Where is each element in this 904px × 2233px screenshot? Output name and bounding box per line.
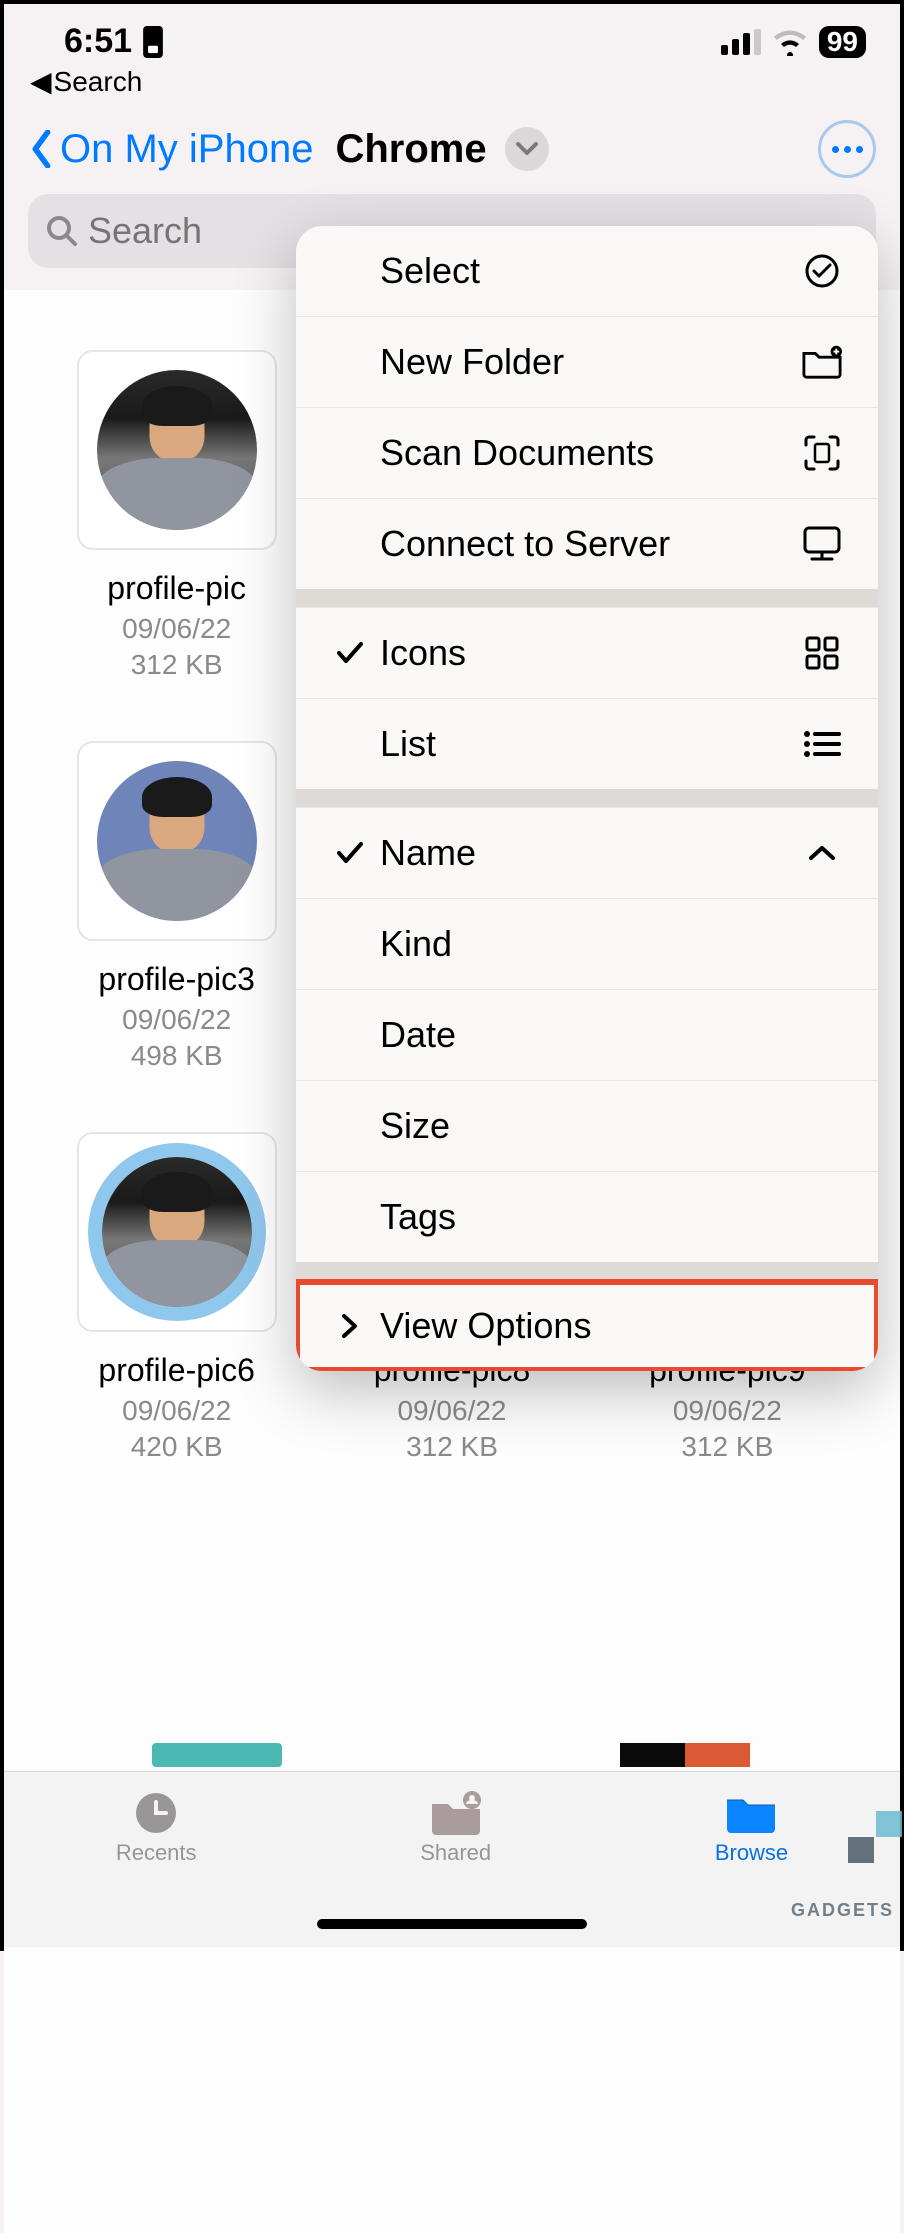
menu-label: Name xyxy=(380,832,476,874)
menu-label: View Options xyxy=(380,1305,591,1347)
grid-icon xyxy=(802,633,842,673)
nav-row: On My iPhone Chrome xyxy=(4,108,900,194)
menu-label: Icons xyxy=(380,632,466,674)
menu-label: Date xyxy=(380,1014,456,1056)
tab-shared[interactable]: Shared xyxy=(420,1790,491,1866)
shared-folder-icon xyxy=(428,1790,484,1836)
check-circle-icon xyxy=(802,251,842,291)
file-date: 09/06/22 xyxy=(673,1395,782,1427)
title-dropdown-button[interactable] xyxy=(505,127,549,171)
menu-separator xyxy=(296,589,878,607)
menu-label: Size xyxy=(380,1105,450,1147)
ellipsis-icon xyxy=(832,146,863,153)
status-time: 6:51 xyxy=(64,22,132,61)
server-icon xyxy=(802,524,842,564)
status-bar: 6:51 99 xyxy=(4,4,900,65)
menu-sort-size[interactable]: Size xyxy=(296,1080,878,1171)
tab-label: Browse xyxy=(715,1840,788,1866)
menu-label: Scan Documents xyxy=(380,432,654,474)
checkmark-icon xyxy=(336,842,364,864)
cellular-icon xyxy=(721,29,761,55)
tab-browse[interactable]: Browse xyxy=(715,1790,788,1866)
file-date: 09/06/22 xyxy=(122,613,231,645)
file-name: profile-pic6 xyxy=(98,1352,255,1389)
file-name: profile-pic xyxy=(107,570,246,607)
file-item[interactable]: profile-pic6 09/06/22 420 KB xyxy=(64,1132,289,1463)
menu-scan-documents[interactable]: Scan Documents xyxy=(296,407,878,498)
back-to-app[interactable]: ◀ Search xyxy=(4,65,900,108)
chevron-down-icon xyxy=(516,142,538,156)
file-date: 09/06/22 xyxy=(122,1004,231,1036)
menu-separator xyxy=(296,1262,878,1280)
menu-label: New Folder xyxy=(380,341,564,383)
file-item[interactable]: profile-pic 09/06/22 312 KB xyxy=(64,350,289,681)
nav-back-button[interactable]: On My iPhone xyxy=(28,127,313,172)
menu-new-folder[interactable]: New Folder xyxy=(296,316,878,407)
tab-label: Recents xyxy=(116,1840,197,1866)
file-item[interactable]: profile-pic3 09/06/22 498 KB xyxy=(64,741,289,1072)
menu-sort-name[interactable]: Name xyxy=(296,807,878,898)
tab-recents[interactable]: Recents xyxy=(116,1790,197,1866)
new-folder-icon xyxy=(802,342,842,382)
file-date: 09/06/22 xyxy=(122,1395,231,1427)
back-app-label: Search xyxy=(54,66,143,98)
search-icon xyxy=(46,215,78,247)
folder-icon xyxy=(723,1790,779,1836)
menu-select[interactable]: Select xyxy=(296,226,878,316)
chevron-up-icon xyxy=(802,833,842,873)
chevron-right-icon xyxy=(336,1313,364,1339)
file-name: profile-pic3 xyxy=(98,961,255,998)
menu-sort-kind[interactable]: Kind xyxy=(296,898,878,989)
background-peek xyxy=(152,1743,282,1767)
menu-connect-server[interactable]: Connect to Server xyxy=(296,498,878,589)
menu-label: Select xyxy=(380,250,480,292)
page-title: Chrome xyxy=(335,127,486,172)
scan-icon xyxy=(802,433,842,473)
menu-sort-date[interactable]: Date xyxy=(296,989,878,1080)
more-button[interactable] xyxy=(818,120,876,178)
file-size: 312 KB xyxy=(681,1431,773,1463)
menu-separator xyxy=(296,789,878,807)
background-peek xyxy=(620,1743,750,1767)
context-menu: Select New Folder Scan Documents Connect… xyxy=(296,226,878,1371)
home-indicator[interactable] xyxy=(317,1919,587,1929)
back-triangle-icon: ◀ xyxy=(30,65,52,98)
file-size: 312 KB xyxy=(406,1431,498,1463)
file-size: 312 KB xyxy=(131,649,223,681)
checkmark-icon xyxy=(336,642,364,664)
file-thumbnail xyxy=(77,1132,277,1332)
wifi-icon xyxy=(771,28,809,56)
watermark: GADGETS xyxy=(788,1811,898,1921)
battery-badge: 99 xyxy=(819,26,866,58)
clock-icon xyxy=(128,1790,184,1836)
menu-view-options[interactable]: View Options xyxy=(296,1280,878,1371)
menu-label: Tags xyxy=(380,1196,456,1238)
chevron-left-icon xyxy=(28,130,56,168)
file-size: 498 KB xyxy=(131,1040,223,1072)
file-thumbnail xyxy=(77,741,277,941)
nav-back-label: On My iPhone xyxy=(60,127,313,172)
sim-icon xyxy=(140,26,166,58)
tab-label: Shared xyxy=(420,1840,491,1866)
menu-view-icons[interactable]: Icons xyxy=(296,607,878,698)
file-size: 420 KB xyxy=(131,1431,223,1463)
menu-view-list[interactable]: List xyxy=(296,698,878,789)
menu-label: List xyxy=(380,723,436,765)
list-icon xyxy=(802,724,842,764)
menu-sort-tags[interactable]: Tags xyxy=(296,1171,878,1262)
menu-label: Kind xyxy=(380,923,452,965)
menu-label: Connect to Server xyxy=(380,523,670,565)
file-thumbnail xyxy=(77,350,277,550)
file-date: 09/06/22 xyxy=(397,1395,506,1427)
